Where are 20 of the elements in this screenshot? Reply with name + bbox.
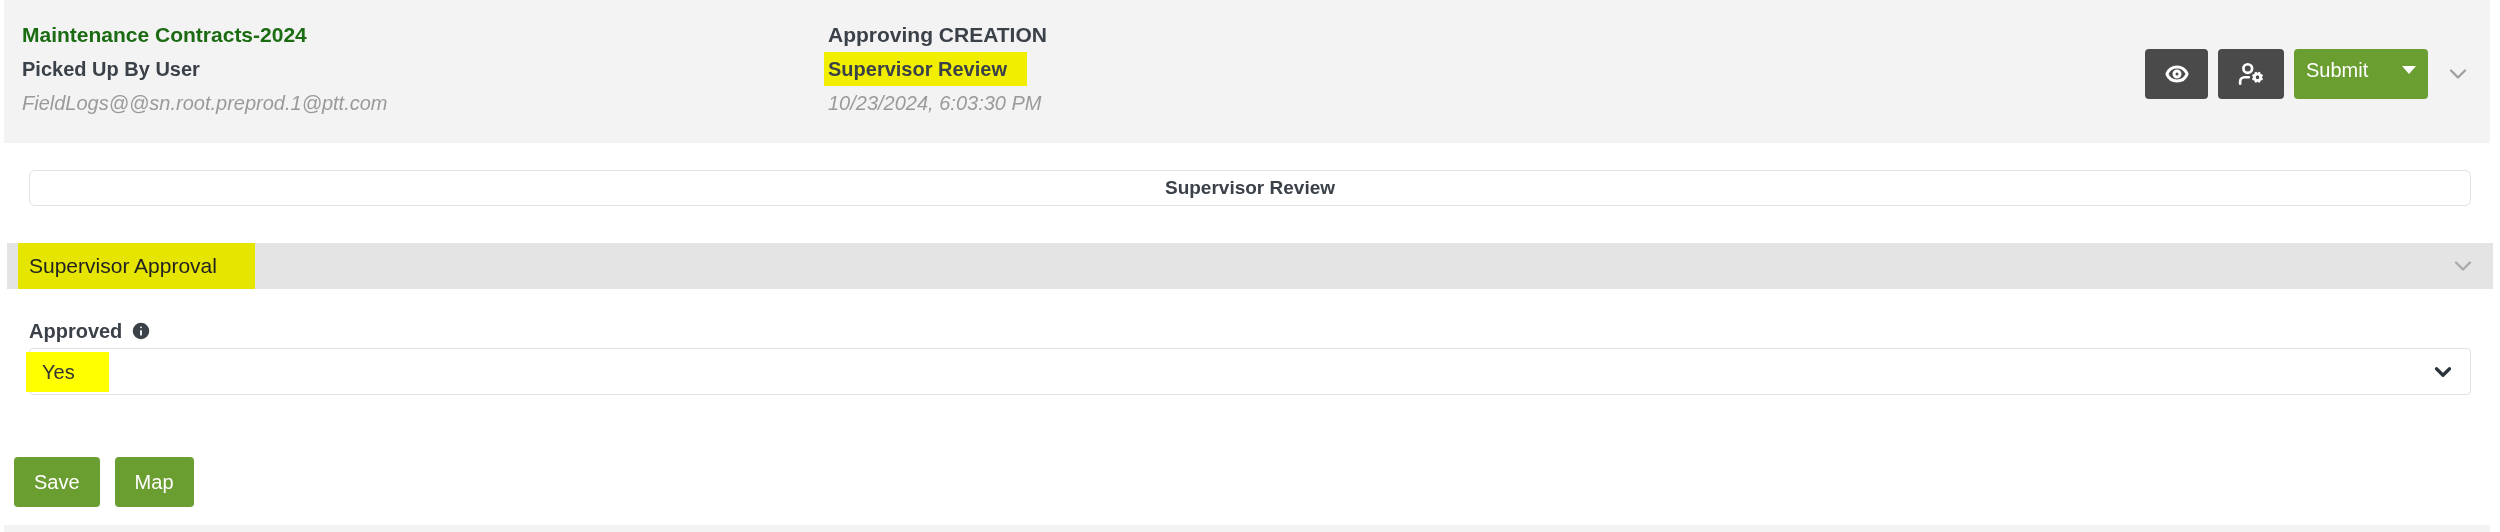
record-title: Maintenance Contracts-2024 (22, 22, 308, 48)
select-value: Yes (26, 351, 109, 392)
record-status: Picked Up By User (22, 57, 201, 82)
action-button[interactable]: Save (14, 457, 100, 507)
field-label: Approved (29, 319, 123, 344)
assign-button[interactable] (2218, 49, 2284, 99)
section-header[interactable]: Supervisor Approval (7, 243, 2493, 289)
caret-icon (2402, 65, 2416, 74)
submit-button[interactable]: Submit (2294, 48, 2428, 99)
timestamp: 10/23/2024, 6:03:30 PM (828, 91, 1042, 116)
section-title: Supervisor Approval (18, 243, 255, 289)
view-button[interactable] (2145, 49, 2208, 99)
action-button[interactable]: Map (114, 457, 194, 507)
stage-bar: Supervisor Review (29, 170, 2471, 206)
info-icon[interactable] (130, 320, 153, 342)
process-name: Approving CREATION (828, 22, 1047, 48)
select-field[interactable]: Yes (29, 348, 2471, 395)
user-gear-icon (2238, 61, 2264, 87)
step-name: Supervisor Review (824, 52, 1027, 86)
user-email: FieldLogs@@sn.root.preprod.1@ptt.com (22, 91, 389, 116)
